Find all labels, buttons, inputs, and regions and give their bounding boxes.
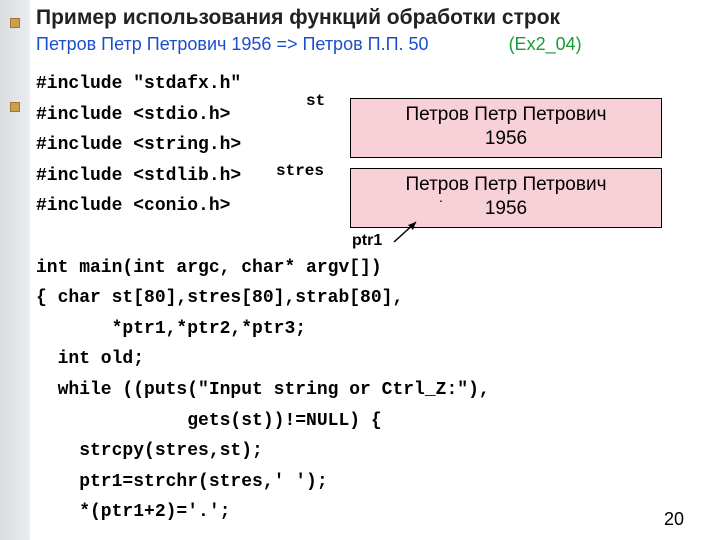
box-stres-line1: Петров Петр Петрович — [406, 174, 607, 195]
arrow-ptr1 — [388, 218, 428, 246]
label-st: st — [306, 92, 325, 110]
subtitle-transform: Петров Петр Петрович 1956 => Петров П.П.… — [36, 34, 429, 54]
subtitle-reference: (Ex2_04) — [509, 34, 582, 54]
slide-subtitle: Петров Петр Петрович 1956 => Петров П.П.… — [36, 34, 710, 55]
box-stres-dot: . — [439, 189, 443, 207]
slide-content: Пример использования функций обработки с… — [36, 6, 710, 528]
sidebar-marker — [10, 18, 20, 28]
sidebar-marker — [10, 102, 20, 112]
sidebar-gradient — [0, 0, 30, 540]
label-ptr1: ptr1 — [352, 232, 382, 250]
box-st-line1: Петров Петр Петрович — [406, 104, 607, 125]
box-st: Петров Петр Петрович 1956 — [350, 98, 662, 158]
box-st-line2: 1956 — [485, 128, 527, 149]
page-number: 20 — [664, 509, 684, 530]
box-stres-line2: 1956 — [485, 198, 527, 219]
label-stres: stres — [276, 162, 324, 180]
slide-title: Пример использования функций обработки с… — [36, 6, 710, 30]
